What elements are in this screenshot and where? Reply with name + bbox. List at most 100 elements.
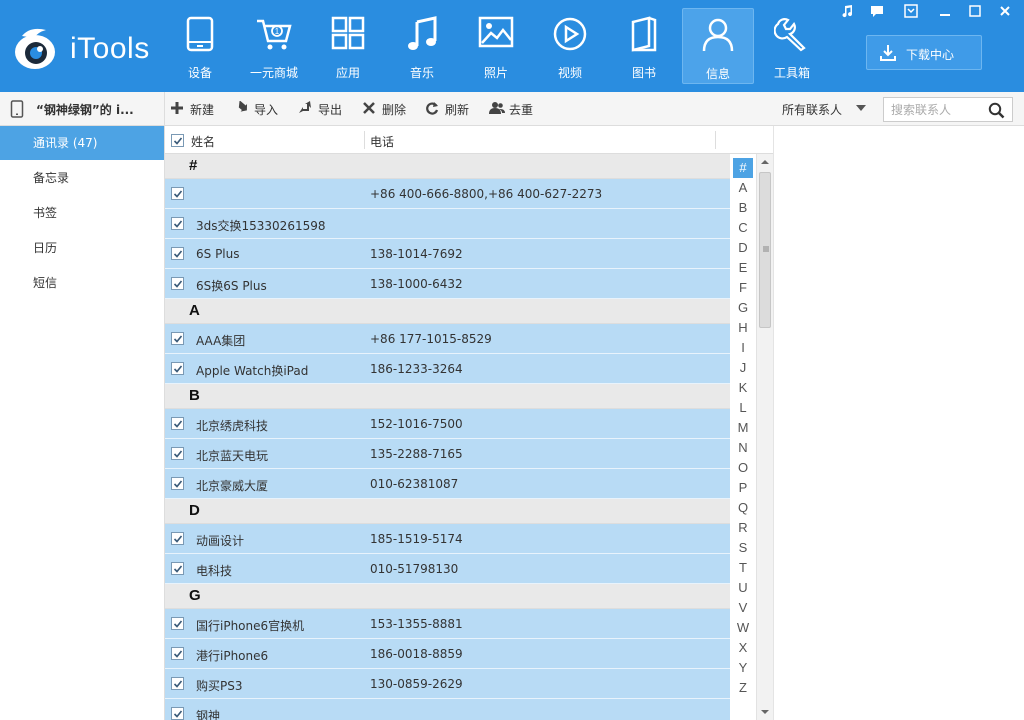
- contact-row[interactable]: 北京绣虎科技 152-1016-7500: [165, 409, 730, 439]
- alphabet-index-letter[interactable]: Y: [730, 658, 756, 678]
- alphabet-index-letter[interactable]: I: [730, 338, 756, 358]
- alphabet-index-letter[interactable]: #: [733, 158, 753, 178]
- nav-apps[interactable]: 应用: [312, 8, 384, 84]
- sidebar-item-sms[interactable]: 短信: [0, 266, 164, 300]
- alphabet-index-letter[interactable]: T: [730, 558, 756, 578]
- alphabet-index-letter[interactable]: K: [730, 378, 756, 398]
- alphabet-index-letter[interactable]: A: [730, 178, 756, 198]
- nav-music[interactable]: 音乐: [386, 8, 458, 84]
- contact-checkbox[interactable]: [171, 477, 184, 490]
- device-selector[interactable]: “钢神绿钢”的 i...: [0, 92, 165, 126]
- alphabet-index-letter[interactable]: S: [730, 538, 756, 558]
- contact-checkbox[interactable]: [171, 707, 184, 720]
- contact-row[interactable]: 3ds交换15330261598: [165, 209, 730, 239]
- alphabet-index-letter[interactable]: G: [730, 298, 756, 318]
- sidebar-item-contacts[interactable]: 通讯录 (47): [0, 126, 164, 160]
- sidebar-item-calendar[interactable]: 日历: [0, 231, 164, 265]
- alphabet-index-letter[interactable]: J: [730, 358, 756, 378]
- contact-checkbox[interactable]: [171, 417, 184, 430]
- alphabet-index-letter[interactable]: M: [730, 418, 756, 438]
- menu-icon[interactable]: [900, 2, 922, 20]
- alphabet-index-letter[interactable]: O: [730, 458, 756, 478]
- contact-checkbox[interactable]: [171, 362, 184, 375]
- contact-row[interactable]: 电科技 010-51798130: [165, 554, 730, 584]
- contact-row[interactable]: AAA集团 +86 177-1015-8529: [165, 324, 730, 354]
- contact-row[interactable]: 6S Plus 138-1014-7692: [165, 239, 730, 269]
- contact-row[interactable]: Apple Watch换iPad 186-1233-3264: [165, 354, 730, 384]
- contact-row[interactable]: 动画设计 185-1519-5174: [165, 524, 730, 554]
- column-header-name[interactable]: 姓名: [191, 133, 215, 150]
- nav-shop[interactable]: 1 一元商城: [238, 8, 310, 84]
- alphabet-index-letter[interactable]: H: [730, 318, 756, 338]
- dedupe-button[interactable]: 去重: [489, 100, 539, 118]
- nav-tools[interactable]: 工具箱: [756, 8, 828, 84]
- contact-checkbox[interactable]: [171, 332, 184, 345]
- alphabet-index-letter[interactable]: P: [730, 478, 756, 498]
- itools-logo: iTools: [12, 24, 162, 74]
- nav-info[interactable]: 信息: [682, 8, 754, 84]
- download-center-button[interactable]: 下载中心: [866, 35, 982, 70]
- contact-checkbox[interactable]: [171, 217, 184, 230]
- refresh-button[interactable]: 刷新: [425, 100, 475, 118]
- contact-row[interactable]: +86 400-666-8800,+86 400-627-2273: [165, 179, 730, 209]
- contact-row[interactable]: 钢神: [165, 699, 730, 720]
- contact-checkbox[interactable]: [171, 277, 184, 290]
- alphabet-index-letter[interactable]: C: [730, 218, 756, 238]
- music-mini-icon[interactable]: [836, 2, 858, 20]
- select-all-checkbox[interactable]: [171, 134, 184, 147]
- search-icon[interactable]: [988, 102, 1005, 119]
- maximize-icon[interactable]: [964, 2, 986, 20]
- alphabet-index-letter[interactable]: Q: [730, 498, 756, 518]
- contact-row[interactable]: 购买PS3 130-0859-2629: [165, 669, 730, 699]
- close-icon[interactable]: [994, 2, 1016, 20]
- contact-checkbox[interactable]: [171, 647, 184, 660]
- alphabet-index-letter[interactable]: L: [730, 398, 756, 418]
- nav-device[interactable]: 设备: [164, 8, 236, 84]
- contact-row[interactable]: 北京蓝天电玩 135-2288-7165: [165, 439, 730, 469]
- minimize-icon[interactable]: [934, 2, 956, 20]
- contact-checkbox[interactable]: [171, 562, 184, 575]
- alphabet-index-letter[interactable]: X: [730, 638, 756, 658]
- alphabet-index-letter[interactable]: F: [730, 278, 756, 298]
- contact-checkbox[interactable]: [171, 447, 184, 460]
- nav-photos[interactable]: 照片: [460, 8, 532, 84]
- alphabet-index-letter[interactable]: D: [730, 238, 756, 258]
- group-header: #: [165, 154, 730, 179]
- contact-row[interactable]: 国行iPhone6官换机 153-1355-8881: [165, 609, 730, 639]
- alphabet-index-letter[interactable]: V: [730, 598, 756, 618]
- scroll-down-arrow-icon[interactable]: [757, 703, 773, 720]
- list-header: 姓名 电话: [165, 126, 773, 154]
- alphabet-index-letter[interactable]: Z: [730, 678, 756, 698]
- grip-icon: [763, 246, 769, 252]
- scroll-thumb[interactable]: [759, 172, 771, 328]
- contact-checkbox[interactable]: [171, 187, 184, 200]
- nav-books[interactable]: 图书: [608, 8, 680, 84]
- contact-checkbox[interactable]: [171, 677, 184, 690]
- search-input[interactable]: [884, 98, 984, 121]
- contact-row[interactable]: 6S换6S Plus 138-1000-6432: [165, 269, 730, 299]
- new-contact-button[interactable]: 新建: [170, 100, 220, 118]
- alphabet-index-letter[interactable]: R: [730, 518, 756, 538]
- alphabet-index-letter[interactable]: U: [730, 578, 756, 598]
- contact-filter-select[interactable]: 所有联系人: [782, 100, 872, 118]
- sidebar-item-bookmarks[interactable]: 书签: [0, 196, 164, 230]
- contact-row[interactable]: 港行iPhone6 186-0018-8859: [165, 639, 730, 669]
- scrollbar[interactable]: [756, 154, 773, 720]
- feedback-icon[interactable]: [866, 2, 888, 20]
- sidebar-item-notes[interactable]: 备忘录: [0, 161, 164, 195]
- nav-video[interactable]: 视频: [534, 8, 606, 84]
- alphabet-index-letter[interactable]: E: [730, 258, 756, 278]
- contact-checkbox[interactable]: [171, 617, 184, 630]
- group-letter: D: [189, 502, 200, 519]
- delete-button[interactable]: 删除: [362, 100, 412, 118]
- import-button[interactable]: 导入: [234, 100, 284, 118]
- contact-checkbox[interactable]: [171, 247, 184, 260]
- scroll-up-arrow-icon[interactable]: [757, 154, 773, 171]
- alphabet-index-letter[interactable]: B: [730, 198, 756, 218]
- contact-checkbox[interactable]: [171, 532, 184, 545]
- contact-row[interactable]: 北京豪威大厦 010-62381087: [165, 469, 730, 499]
- column-header-phone[interactable]: 电话: [370, 133, 394, 150]
- alphabet-index-letter[interactable]: W: [730, 618, 756, 638]
- alphabet-index-letter[interactable]: N: [730, 438, 756, 458]
- export-button[interactable]: 导出: [298, 100, 348, 118]
